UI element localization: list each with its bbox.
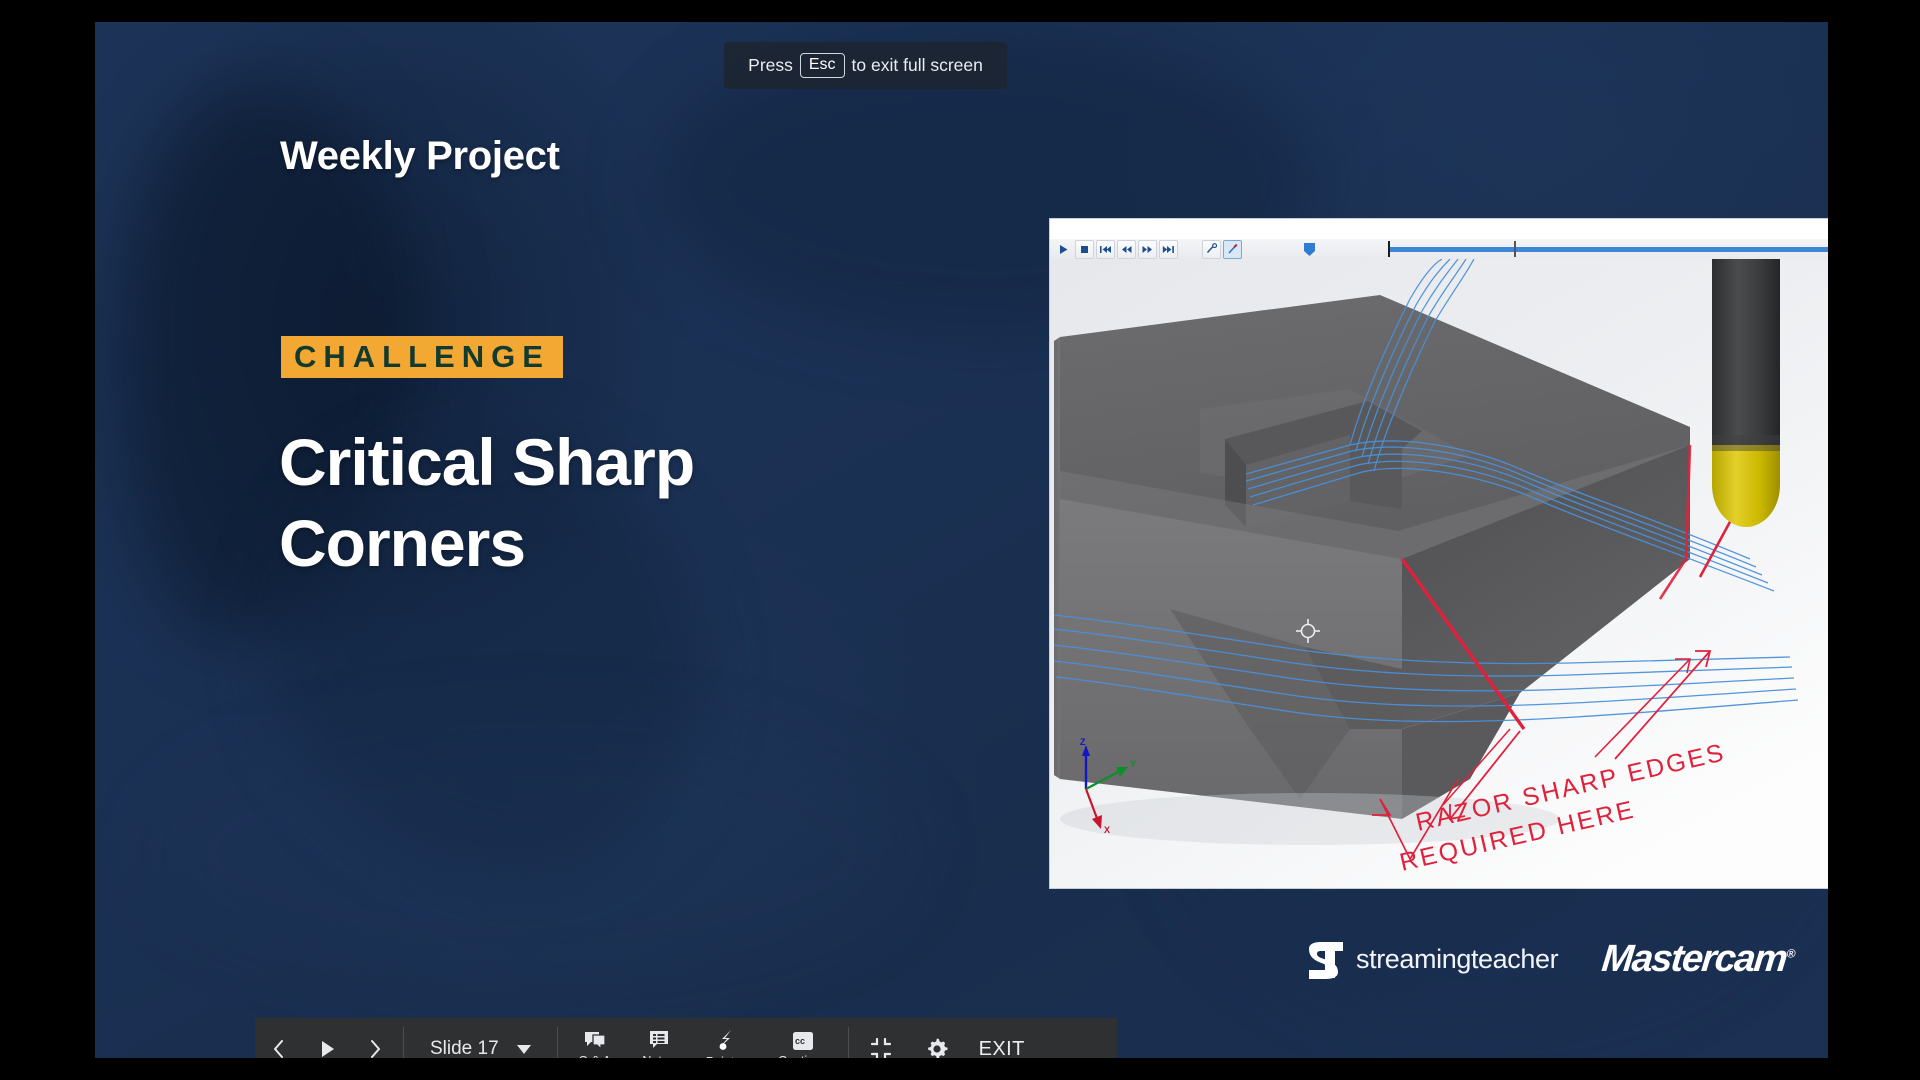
- settings-button[interactable]: [909, 1018, 965, 1058]
- logo-row: streamingteacher Mastercam®: [1305, 938, 1796, 981]
- exit-fullscreen-button[interactable]: [853, 1018, 909, 1058]
- tool-display-icon[interactable]: [1223, 239, 1242, 259]
- toolpath-toggle-icon[interactable]: [1202, 239, 1221, 259]
- qa-icon: [584, 1031, 606, 1051]
- timeline-marker[interactable]: [1304, 243, 1315, 256]
- next-slide-button[interactable]: [351, 1018, 399, 1058]
- esc-key-badge: Esc: [799, 53, 845, 78]
- exit-fullscreen-hint: Press Esc to exit full screen: [724, 42, 1007, 89]
- chevron-down-icon: [516, 1044, 531, 1054]
- play-icon[interactable]: [1054, 240, 1073, 259]
- qa-label: Q & A: [578, 1054, 611, 1059]
- step-forward-icon[interactable]: [1138, 239, 1157, 259]
- mastercam-wordmark: Mastercam®: [1600, 938, 1796, 981]
- cad-scene: RAZOR SHARP EDGES REQUIRED HERE: [1050, 259, 1828, 888]
- cad-timeline-slider[interactable]: [1242, 239, 1828, 259]
- mastercam-text: Mastercam: [1600, 938, 1789, 980]
- step-back-icon[interactable]: [1117, 239, 1136, 259]
- slide-kicker: Weekly Project: [280, 134, 560, 178]
- streamingteacher-logo: streamingteacher: [1305, 939, 1559, 981]
- presentation-slide: Weekly Project CHALLENGE Critical Sharp …: [95, 22, 1828, 1058]
- axis-label-y: Y: [1130, 759, 1137, 769]
- timeline-cursor: [1514, 241, 1516, 257]
- toolbar-divider: [847, 1027, 849, 1058]
- presentation-player-toolbar[interactable]: Slide 17 Q & A Notes: [255, 1018, 1117, 1058]
- captions-button[interactable]: cc Captions: [762, 1018, 844, 1058]
- slide-selector[interactable]: Slide 17: [408, 1038, 553, 1058]
- exit-button[interactable]: EXIT: [965, 1038, 1045, 1059]
- toolbar-divider: [403, 1027, 404, 1058]
- endmill-tool: [1712, 259, 1780, 527]
- hint-prefix: Press: [748, 55, 793, 75]
- axis-label-x: X: [1104, 825, 1111, 835]
- mastercam-registered-mark: ®: [1786, 946, 1796, 961]
- cad-3d-viewport[interactable]: RAZOR SHARP EDGES REQUIRED HERE Z Y X: [1050, 259, 1828, 888]
- screen: Weekly Project CHALLENGE Critical Sharp …: [0, 0, 1920, 1080]
- skip-to-end-icon[interactable]: [1159, 239, 1178, 259]
- svg-text:cc: cc: [795, 1036, 805, 1046]
- skip-to-start-icon[interactable]: [1096, 239, 1115, 259]
- play-button[interactable]: [303, 1018, 351, 1058]
- cad-screenshot-panel: RAZOR SHARP EDGES REQUIRED HERE Z Y X: [1049, 218, 1828, 889]
- captions-icon: cc: [792, 1031, 813, 1050]
- previous-slide-button[interactable]: [255, 1018, 303, 1058]
- hint-suffix: to exit full screen: [851, 55, 983, 75]
- cad-blank-top: [1050, 219, 1828, 239]
- notes-label: Notes: [642, 1054, 675, 1058]
- page-title: Critical Sharp Corners: [279, 425, 695, 580]
- streamingteacher-mark: [1309, 941, 1343, 979]
- toolbar-divider: [556, 1027, 558, 1058]
- cad-playback-toolbar[interactable]: [1050, 239, 1828, 260]
- pointer-icon: [718, 1029, 731, 1050]
- captions-label: Captions: [778, 1054, 827, 1059]
- status-badge: CHALLENGE: [281, 336, 563, 378]
- pointer-button[interactable]: Pointer: [690, 1018, 762, 1058]
- slide-selector-label: Slide 17: [430, 1038, 499, 1058]
- gear-icon: [927, 1038, 948, 1058]
- qa-button[interactable]: Q & A: [562, 1018, 628, 1058]
- stop-icon[interactable]: [1075, 239, 1094, 259]
- streamingteacher-wordmark: streamingteacher: [1356, 944, 1559, 974]
- notes-button[interactable]: Notes: [628, 1018, 690, 1058]
- pointer-label: Pointer: [706, 1055, 746, 1059]
- notes-icon: [649, 1031, 668, 1048]
- timeline-track[interactable]: [1390, 247, 1828, 252]
- background-shape: [155, 722, 915, 982]
- axis-label-z: Z: [1080, 737, 1086, 747]
- exit-fullscreen-icon: [870, 1038, 891, 1058]
